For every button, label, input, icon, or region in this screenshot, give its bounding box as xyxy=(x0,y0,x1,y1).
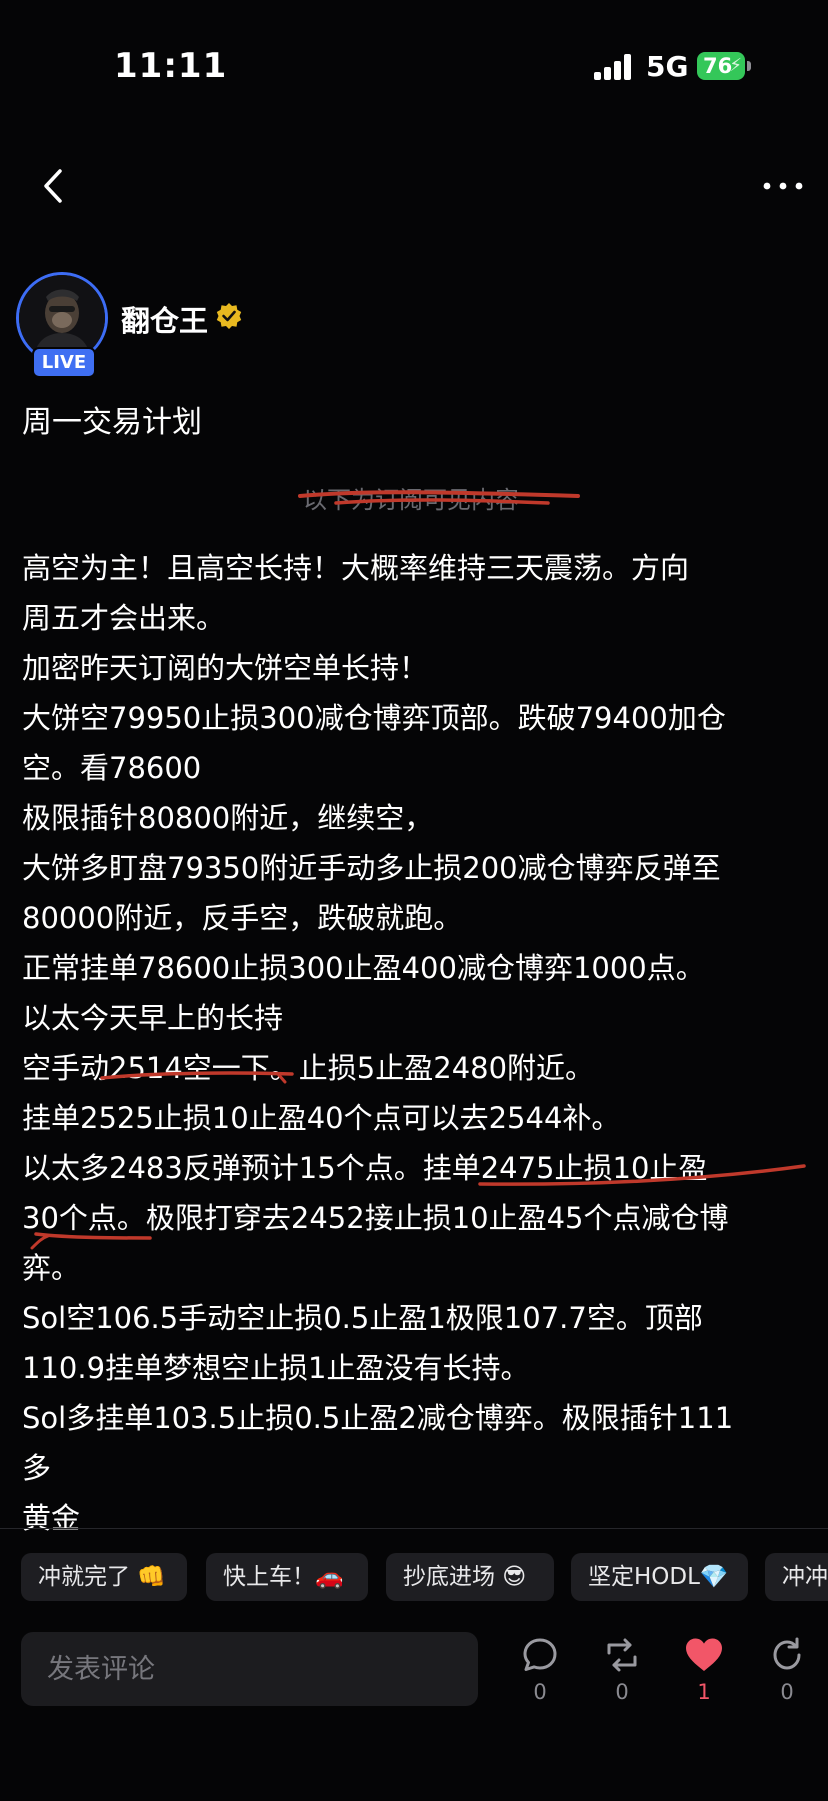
status-time: 11:11 xyxy=(114,46,228,86)
quick-reply-chip[interactable]: 坚定HODL💎 xyxy=(571,1553,748,1601)
repost-icon xyxy=(607,1638,637,1672)
post-line: 正常挂单78600止损300止盈400减仓博弈1000点。 xyxy=(22,951,705,985)
like-count: 1 xyxy=(697,1680,711,1704)
post-line: 多 xyxy=(22,1451,52,1485)
comment-bubble-icon xyxy=(523,1638,557,1671)
red-strikethrough-annotation xyxy=(298,490,580,505)
post-line: 空。看78600 xyxy=(22,751,202,785)
comment-button[interactable]: 0 xyxy=(513,1636,567,1716)
quick-reply-chip[interactable]: 冲冲 xyxy=(765,1553,828,1601)
live-badge[interactable]: LIVE xyxy=(32,347,96,378)
verified-badge-icon xyxy=(215,302,243,330)
quick-reply-chip[interactable]: 冲就完了 👊 xyxy=(21,1553,187,1601)
battery-icon: 76 ⚡ xyxy=(697,52,745,80)
charging-bolt-icon: ⚡ xyxy=(729,55,742,76)
cellular-signal-icon xyxy=(594,54,634,80)
quick-reply-chip[interactable]: 快上车！🚗 xyxy=(206,1553,368,1601)
post-line: 以太今天早上的长持 xyxy=(22,1001,284,1035)
post-line: 挂单2525止损10止盈40个点可以去2544补。 xyxy=(22,1101,621,1135)
post-line: 弈。 xyxy=(22,1251,81,1285)
post-title: 周一交易计划 xyxy=(22,405,202,440)
share-arrow-icon xyxy=(773,1637,801,1670)
post-line: 周五才会出来。 xyxy=(22,601,226,635)
repost-count: 0 xyxy=(615,1680,629,1704)
more-options-button[interactable] xyxy=(762,168,804,204)
post-line: 大饼空79950止损300减仓博弈顶部。跌破79400加仓 xyxy=(22,701,726,735)
battery-level: 76 xyxy=(703,54,733,78)
red-underline-annotation xyxy=(30,1232,152,1250)
post-line: 黄金 xyxy=(22,1501,81,1535)
network-type: 5G xyxy=(646,50,689,83)
repost-button[interactable]: 0 xyxy=(595,1636,649,1716)
comment-input[interactable] xyxy=(21,1632,478,1706)
ellipsis-icon xyxy=(763,182,803,190)
back-button[interactable] xyxy=(36,166,70,206)
red-underline-annotation xyxy=(478,1164,806,1186)
post-line: 极限插针80800附近，继续空， xyxy=(22,801,434,835)
author-name[interactable]: 翻仓王 xyxy=(121,298,208,340)
battery-cap xyxy=(747,61,751,71)
comment-count: 0 xyxy=(533,1680,547,1704)
red-underline-annotation xyxy=(100,1071,294,1084)
post-line: Sol空106.5手动空止损0.5止盈1极限107.7空。顶部 xyxy=(22,1301,703,1335)
post-line: 加密昨天订阅的大饼空单长持！ xyxy=(22,651,429,685)
divider xyxy=(0,1528,828,1529)
post-body: 高空为主！且高空长持！大概率维持三天震荡。方向 周五才会出来。 加密昨天订阅的大… xyxy=(22,543,806,1543)
post-line: Sol多挂单103.5止损0.5止盈2减仓博弈。极限插针111 xyxy=(22,1401,734,1435)
post-line: 110.9挂单梦想空止损1止盈没有长持。 xyxy=(22,1351,530,1385)
quick-reply-bar: 冲就完了 👊 快上车！🚗 抄底进场 😎 坚定HODL💎 冲冲 xyxy=(0,1553,828,1601)
share-count: 0 xyxy=(780,1680,794,1704)
post-line: 大饼多盯盘79350附近手动多止损200减仓博弈反弹至 xyxy=(22,851,721,885)
quick-reply-chip[interactable]: 抄底进场 😎 xyxy=(386,1553,554,1601)
post-line: 高空为主！且高空长持！大概率维持三天震荡。方向 xyxy=(22,551,690,585)
heart-icon xyxy=(686,1638,722,1671)
like-button[interactable]: 1 xyxy=(677,1636,731,1716)
chevron-left-icon xyxy=(44,169,62,203)
share-button[interactable]: 0 xyxy=(760,1636,814,1716)
post-line: 80000附近，反手空，跌破就跑。 xyxy=(22,901,463,935)
